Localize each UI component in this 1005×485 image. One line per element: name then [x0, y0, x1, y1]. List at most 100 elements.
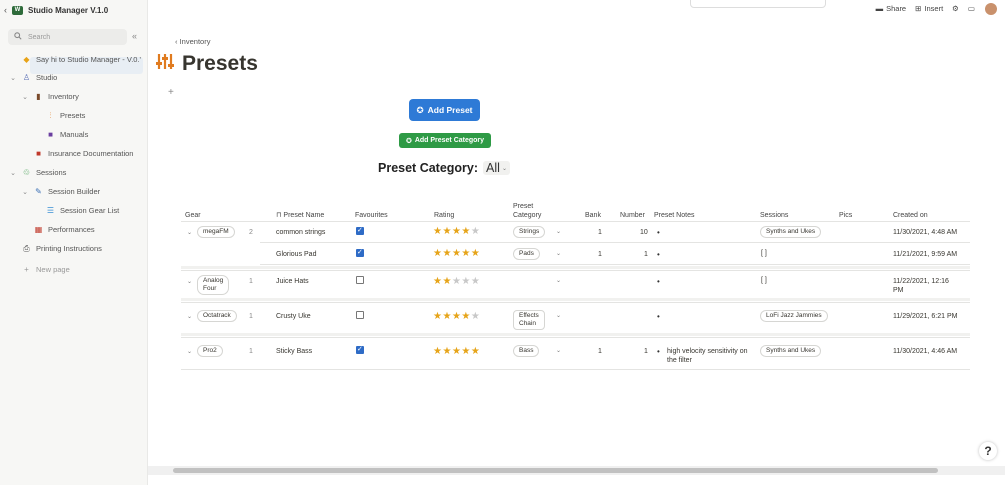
preset-name[interactable]: Sticky Bass — [276, 347, 312, 356]
sidebar-item-session-builder[interactable]: ⌄ ✎ Session Builder — [21, 183, 100, 200]
star-filled-icon[interactable]: ★ — [442, 276, 451, 287]
session-empty[interactable]: [ ] — [761, 276, 767, 285]
rating-stars[interactable]: ★★★★★ — [433, 277, 480, 287]
session-tag[interactable]: Synths and Ukes — [760, 345, 822, 357]
preset-name[interactable]: Juice Hats — [276, 277, 309, 286]
sidebar-item-sessions[interactable]: ⌄ ♲ Sessions — [9, 164, 66, 181]
session-tag[interactable]: LoFi Jazz Jammies — [760, 310, 828, 322]
preset-name[interactable]: Glorious Pad — [276, 250, 316, 259]
star-filled-icon[interactable]: ★ — [442, 226, 451, 237]
sidebar-item-studio[interactable]: ⌄ ♙ Studio — [9, 69, 57, 86]
avatar[interactable] — [985, 3, 997, 15]
col-header-pics[interactable]: Pics — [839, 211, 852, 220]
sidebar-item-printing[interactable]: ⎙ Printing Instructions — [9, 240, 102, 257]
star-filled-icon[interactable]: ★ — [471, 248, 480, 259]
star-empty-icon[interactable]: ★ — [471, 276, 480, 287]
rating-stars[interactable]: ★★★★★ — [433, 312, 480, 322]
star-filled-icon[interactable]: ★ — [461, 248, 470, 259]
sidebar-item-performances[interactable]: ▦ Performances — [21, 221, 95, 238]
insert-button[interactable]: ⊞ Insert — [915, 4, 943, 13]
sidebar-item-insurance[interactable]: ■ Insurance Documentation — [21, 145, 133, 162]
star-filled-icon[interactable]: ★ — [442, 311, 451, 322]
star-filled-icon[interactable]: ★ — [452, 248, 461, 259]
star-empty-icon[interactable]: ★ — [471, 311, 480, 322]
add-preset-button[interactable]: ✪ Add Preset — [409, 99, 480, 121]
col-header-number[interactable]: Number — [620, 211, 645, 220]
settings-icon[interactable]: ⚙ — [952, 4, 959, 13]
star-filled-icon[interactable]: ★ — [471, 346, 480, 357]
star-filled-icon[interactable]: ★ — [452, 311, 461, 322]
col-header-gear[interactable]: Gear — [185, 211, 201, 220]
workspace-switcher[interactable]: ‹ W Studio Manager V.1.0 — [4, 3, 108, 17]
star-filled-icon[interactable]: ★ — [461, 311, 470, 322]
star-filled-icon[interactable]: ★ — [452, 226, 461, 237]
chevron-down-icon[interactable]: ⌄ — [556, 250, 561, 257]
chevron-down-icon[interactable]: ⌄ — [21, 93, 29, 101]
sidebar-item-say-hi[interactable]: ◆ Say hi to Studio Manager - V.0.' — [9, 51, 141, 68]
new-page-button[interactable]: + New page — [9, 261, 70, 278]
gear-tag[interactable]: Octatrack — [197, 310, 237, 322]
col-header-favourites[interactable]: Favourites — [355, 211, 388, 220]
star-filled-icon[interactable]: ★ — [452, 346, 461, 357]
category-tag[interactable]: Effects Chain — [513, 310, 545, 330]
share-button[interactable]: ▬ Share — [876, 4, 907, 13]
chevron-left-icon[interactable]: ‹ — [4, 5, 7, 15]
category-tag[interactable]: Strings — [513, 226, 546, 238]
comment-icon[interactable]: ▭ — [968, 4, 975, 13]
scrollbar-thumb[interactable] — [173, 468, 938, 473]
col-header-preset-category[interactable]: Preset Category — [513, 202, 541, 220]
chevron-down-icon[interactable]: ⌄ — [187, 313, 192, 320]
category-tag[interactable]: Pads — [513, 248, 540, 260]
favourite-checkbox[interactable] — [356, 345, 364, 354]
chevron-down-icon[interactable]: ⌄ — [556, 312, 561, 319]
star-filled-icon[interactable]: ★ — [461, 346, 470, 357]
chevron-down-icon[interactable]: ⌄ — [21, 188, 29, 196]
favourite-checkbox[interactable] — [356, 276, 364, 284]
category-tag[interactable]: Bass — [513, 345, 540, 357]
category-select[interactable]: All ⌄ — [483, 161, 510, 175]
star-empty-icon[interactable]: ★ — [471, 226, 480, 237]
col-header-sessions[interactable]: Sessions — [760, 211, 788, 220]
favourite-checkbox[interactable] — [356, 248, 364, 257]
star-filled-icon[interactable]: ★ — [442, 346, 451, 357]
session-empty[interactable]: [ ] — [761, 249, 767, 258]
chevron-down-icon[interactable]: ⌄ — [9, 74, 17, 82]
add-block-icon[interactable]: + — [168, 87, 174, 98]
chevron-down-icon[interactable]: ⌄ — [187, 278, 192, 285]
star-empty-icon[interactable]: ★ — [461, 276, 470, 287]
sidebar-item-manuals[interactable]: ■ Manuals — [33, 126, 88, 143]
favourite-checkbox[interactable] — [356, 226, 364, 235]
session-tag[interactable]: Synths and Ukes — [760, 226, 822, 238]
preset-name[interactable]: Crusty Uke — [276, 312, 311, 321]
gear-tag[interactable]: Pro2 — [197, 345, 223, 357]
col-header-bank[interactable]: Bank — [585, 211, 601, 220]
rating-stars[interactable]: ★★★★★ — [433, 347, 480, 357]
gear-tag[interactable]: Analog Four — [197, 275, 230, 295]
star-filled-icon[interactable]: ★ — [442, 248, 451, 259]
chevron-down-icon[interactable]: ⌄ — [187, 229, 192, 236]
search-input[interactable]: Search — [8, 29, 127, 45]
preset-notes[interactable]: high velocity sensitivity on the filter — [667, 347, 748, 365]
help-button[interactable]: ? — [979, 442, 997, 460]
preset-name[interactable]: common strings — [276, 228, 325, 237]
sidebar-item-session-gear-list[interactable]: ☰ Session Gear List — [33, 202, 119, 219]
col-header-preset-notes[interactable]: Preset Notes — [654, 211, 694, 220]
sidebar-item-presets[interactable]: ⫶ Presets — [33, 107, 86, 124]
gear-tag[interactable]: megaFM — [197, 226, 235, 238]
chevron-down-icon[interactable]: ⌄ — [556, 228, 561, 235]
star-filled-icon[interactable]: ★ — [461, 226, 470, 237]
col-header-rating[interactable]: Rating — [434, 211, 454, 220]
collapse-sidebar-icon[interactable]: « — [132, 31, 137, 41]
add-preset-category-button[interactable]: ✪ Add Preset Category — [399, 133, 491, 148]
chevron-down-icon[interactable]: ⌄ — [187, 348, 192, 355]
rating-stars[interactable]: ★★★★★ — [433, 227, 480, 237]
col-header-created-on[interactable]: Created on — [893, 211, 928, 220]
chevron-down-icon[interactable]: ⌄ — [556, 347, 561, 354]
chevron-down-icon[interactable]: ⌄ — [9, 169, 17, 177]
rating-stars[interactable]: ★★★★★ — [433, 249, 480, 259]
breadcrumb[interactable]: ‹ Inventory — [175, 37, 210, 46]
col-header-preset-name[interactable]: ⊓ Preset Name — [276, 211, 324, 220]
star-empty-icon[interactable]: ★ — [452, 276, 461, 287]
favourite-checkbox[interactable] — [356, 311, 364, 319]
sidebar-item-inventory[interactable]: ⌄ ▮ Inventory — [21, 88, 79, 105]
